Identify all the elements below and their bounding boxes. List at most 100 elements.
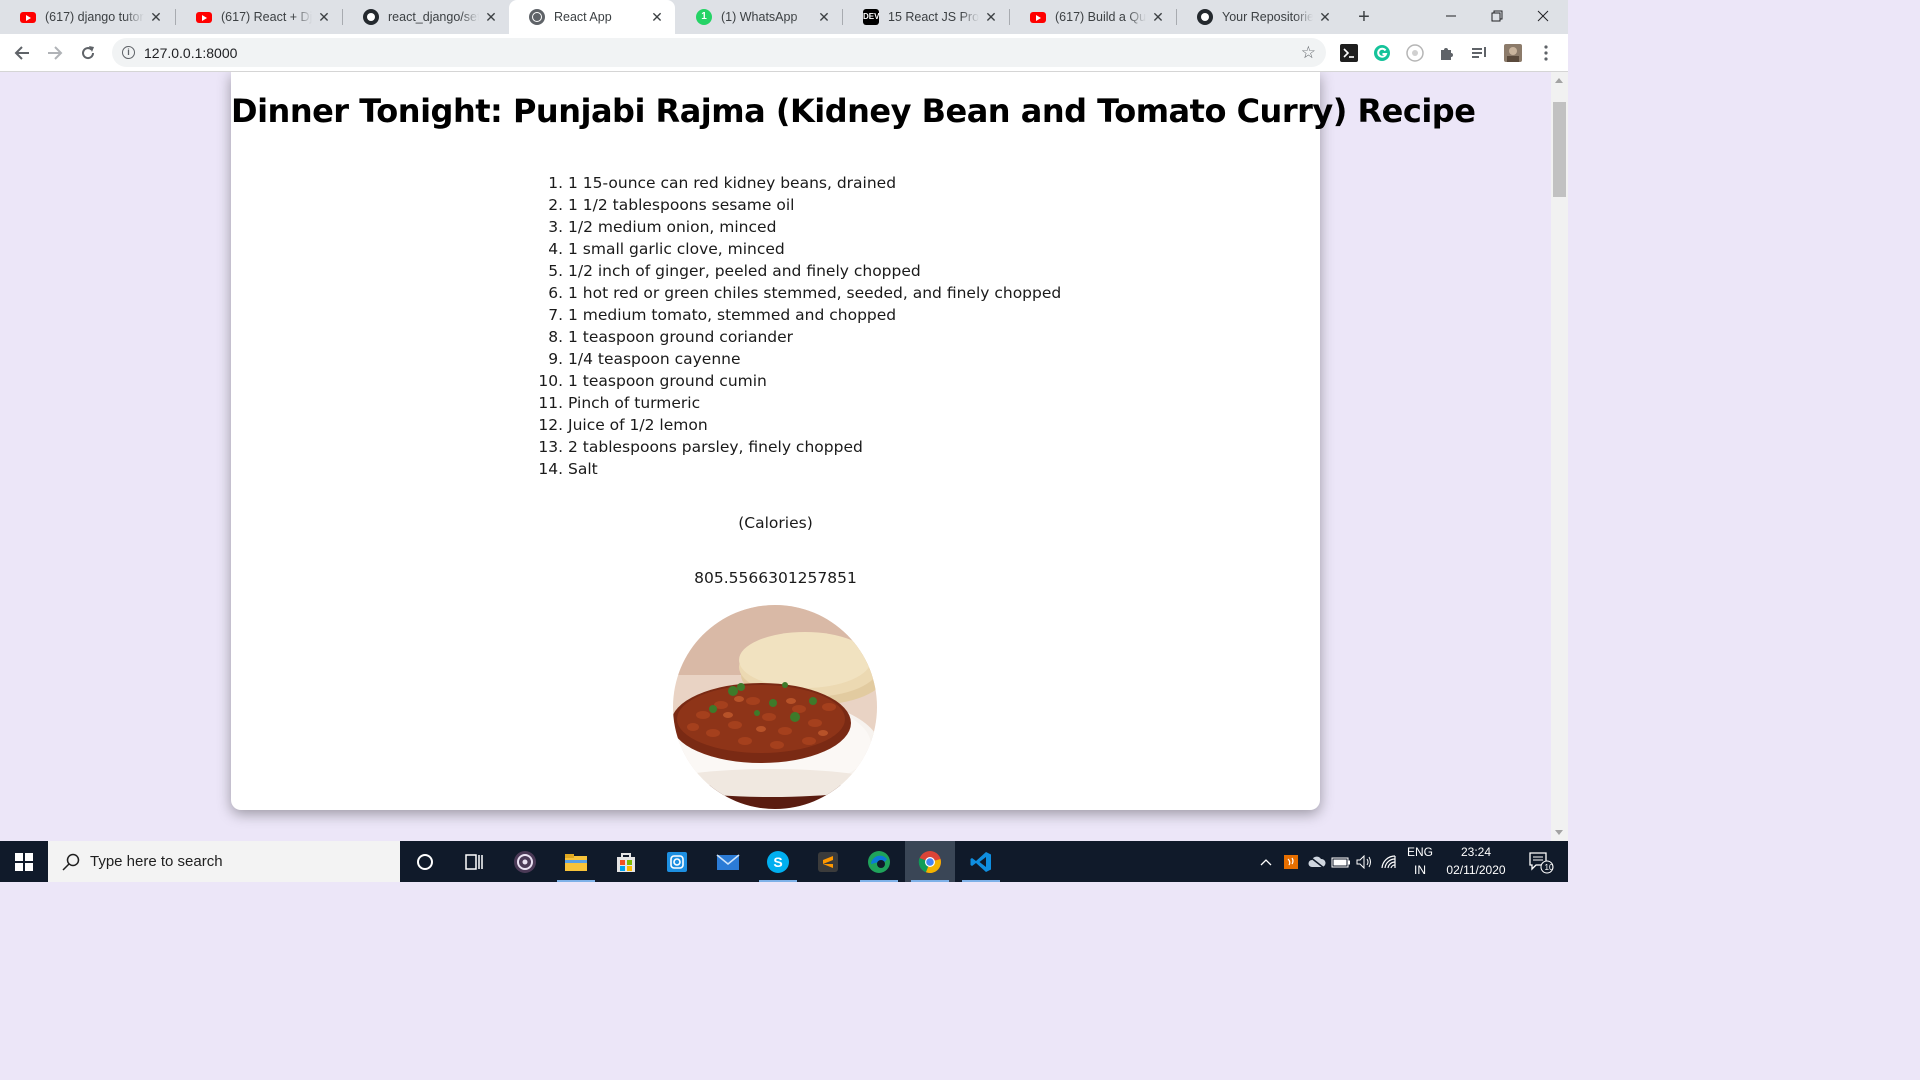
close-icon[interactable]: ✕ [983,9,999,25]
sublime-text-icon [818,851,838,872]
tab-github-settings[interactable]: react_django/settin ✕ [343,0,509,34]
start-button[interactable] [0,841,48,882]
close-icon[interactable]: ✕ [816,9,832,25]
skype-icon: S [767,850,789,873]
task-view-button[interactable] [450,841,500,882]
skype-taskbar-button[interactable]: S [753,841,803,882]
battery-icon[interactable] [1330,841,1352,882]
scroll-down-icon[interactable] [1555,830,1563,835]
close-icon[interactable]: ✕ [1317,9,1333,25]
tab-your-repositories[interactable]: Your Repositories ✕ [1177,0,1343,34]
clock[interactable]: 23:24 02/11/2020 [1436,843,1516,879]
tray-overflow-icon[interactable] [1256,841,1276,882]
tab-react-app[interactable]: React App ✕ [509,0,675,34]
notification-count: 10 [1544,863,1554,872]
tab-react-projects[interactable]: DEV 15 React JS Project ✕ [843,0,1009,34]
puzzle-extensions-icon[interactable] [1437,43,1457,63]
close-icon[interactable]: ✕ [1150,9,1166,25]
address-bar[interactable]: i 127.0.0.1:8000 ☆ [112,38,1326,67]
tab-title: (617) Build a Quiz [1055,10,1146,24]
bookmark-star-icon[interactable]: ☆ [1301,43,1316,63]
tab-build-quiz[interactable]: (617) Build a Quiz ✕ [1010,0,1176,34]
media-player-icon [514,850,536,873]
forward-button[interactable] [40,38,70,68]
onedrive-icon[interactable] [1306,841,1328,882]
close-icon [1537,10,1549,22]
menu-kebab-icon[interactable] [1536,43,1556,63]
java-update-icon[interactable] [1280,841,1302,882]
ingredient-item: 1 teaspoon ground coriander [548,326,794,348]
close-icon[interactable]: ✕ [316,9,332,25]
terminal-extension-icon[interactable] [1339,43,1359,63]
grammarly-extension-icon[interactable] [1372,43,1392,63]
windows-taskbar: Type here to search S ENG IN 23:24 02/11… [0,841,1568,882]
scroll-up-icon[interactable] [1555,78,1563,83]
ingredient-item: 1 15-ounce can red kidney beans, drained [548,172,897,194]
sublime-taskbar-button[interactable] [803,841,853,882]
mail-taskbar-button[interactable] [703,841,753,882]
wifi-icon[interactable] [1378,841,1400,882]
vscode-icon [970,851,991,872]
ingredient-item: 1 small garlic clove, minced [548,238,785,260]
media-control-icon[interactable] [1469,43,1489,63]
media-player-taskbar-button[interactable] [500,841,550,882]
globe-icon [529,9,545,25]
reload-icon [82,46,95,60]
tab-title: React App [554,10,612,24]
camera-taskbar-button[interactable] [652,841,702,882]
page-viewport: Dinner Tonight: Punjabi Rajma (Kidney Be… [0,72,1551,841]
tab-react-django[interactable]: (617) React + Djan ✕ [176,0,342,34]
tab-django-tutorial[interactable]: (617) django tutori ✕ [0,0,174,34]
restore-button[interactable] [1474,0,1520,32]
arrow-left-icon [14,46,29,60]
vscode-taskbar-button[interactable] [956,841,1006,882]
close-icon[interactable]: ✕ [148,9,164,25]
close-icon[interactable]: ✕ [483,9,499,25]
profile-avatar[interactable] [1503,43,1523,63]
new-tab-button[interactable]: + [1352,5,1376,29]
tab-strip: (617) django tutori ✕ (617) React + Djan… [0,0,1568,34]
tab-whatsapp[interactable]: 1 (1) WhatsApp ✕ [676,0,842,34]
action-center-button[interactable]: 10 [1521,841,1561,882]
dev-icon: DEV [863,9,879,25]
chrome-taskbar-button[interactable] [905,841,955,882]
info-icon[interactable]: i [122,46,135,59]
tab-title: (617) React + Djan [221,10,312,24]
edge-taskbar-button[interactable] [854,841,904,882]
youtube-icon [196,9,212,25]
close-icon[interactable]: ✕ [649,9,665,25]
tab-title: (1) WhatsApp [721,10,798,24]
ingredient-item: 1 medium tomato, stemmed and chopped [548,304,897,326]
url-text[interactable]: 127.0.0.1:8000 [144,45,1301,61]
arrow-right-icon [48,46,63,60]
recipe-title: Dinner Tonight: Punjabi Rajma (Kidney Be… [231,92,1476,130]
file-explorer-taskbar-button[interactable] [551,841,601,882]
region-code: IN [1414,863,1426,877]
cortana-button[interactable] [400,841,450,882]
volume-icon[interactable] [1354,841,1376,882]
scrollbar-thumb[interactable] [1553,102,1566,197]
whatsapp-icon: 1 [696,9,712,25]
ingredients-list: 1 15-ounce can red kidney beans, drained… [538,172,1062,480]
tab-title: react_django/settin [388,10,479,24]
reload-button[interactable] [73,38,103,68]
store-bag-icon [617,852,635,872]
mail-icon [716,853,740,870]
page-scrollbar[interactable] [1551,72,1568,841]
ingredient-item: 1 hot red or green chiles stemmed, seede… [548,282,1062,304]
taskbar-search[interactable]: Type here to search [48,841,400,882]
minimize-icon [1446,15,1456,17]
task-view-icon [465,853,483,870]
back-button[interactable] [7,38,37,68]
close-window-button[interactable] [1520,0,1566,32]
svg-text:S: S [773,854,782,870]
extension-icon[interactable] [1405,43,1425,63]
search-icon [62,853,80,871]
store-taskbar-button[interactable] [601,841,651,882]
github-icon [363,9,379,25]
clock-date: 02/11/2020 [1446,863,1506,877]
minimize-button[interactable] [1428,0,1474,32]
input-language[interactable]: ENG IN [1400,843,1440,879]
ingredient-item: 1 1/2 tablespoons sesame oil [548,194,795,216]
youtube-icon [1030,9,1046,25]
